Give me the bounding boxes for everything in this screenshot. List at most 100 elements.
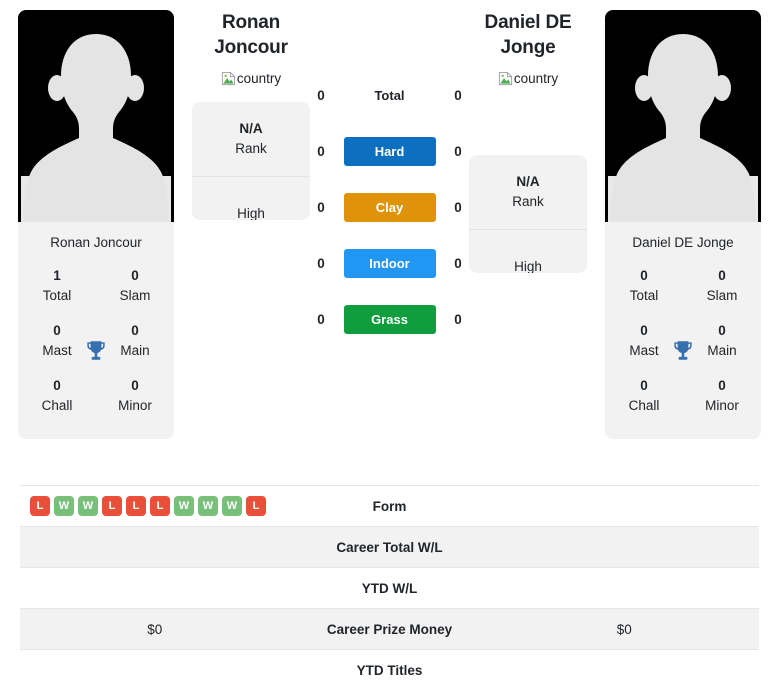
- right-info-card: N/A Rank High 24 Age Plays: [469, 155, 587, 274]
- stat-total: 0 Total: [605, 260, 683, 315]
- stat-slam: 0 Slam: [96, 260, 174, 315]
- stat-label: Total: [42, 287, 72, 303]
- broken-image-icon: [498, 72, 512, 86]
- comparison-table: LWWLLLWWWL Form Career Total W/L YTD W/L…: [0, 485, 779, 690]
- surface-label-grass: Grass: [343, 304, 436, 334]
- stat-value: 0: [718, 268, 726, 283]
- left-info-card: N/A Rank High 26 Age L Plays: [192, 102, 310, 221]
- form-badge-loss: L: [150, 496, 170, 516]
- right-player-info-column: Daniel DE Jonge country N/A Rank High: [469, 10, 587, 274]
- stat-label: Minor: [705, 397, 739, 413]
- row-label-ytd-wl: YTD W/L: [361, 580, 418, 596]
- table-row-ytd-wl: YTD W/L: [20, 567, 759, 608]
- left-player-info-column: Ronan Joncour country N/A Rank High: [192, 10, 310, 221]
- left-surface-wins: 0: [317, 143, 325, 159]
- stat-value: 0: [718, 378, 726, 394]
- stat-value: 0: [131, 268, 139, 283]
- right-career-prize-money: $0: [616, 621, 632, 637]
- info-row-rank: N/A Rank: [192, 102, 310, 178]
- stat-value: 0: [640, 378, 648, 394]
- info-caption: Rank: [235, 141, 267, 157]
- stat-label: Chall: [628, 397, 660, 413]
- right-player-name: Daniel DE Jonge: [463, 10, 593, 60]
- row-label-career-total-wl: Career Total W/L: [336, 539, 443, 555]
- stat-value: 0: [53, 378, 61, 394]
- left-player-photo: [18, 10, 174, 222]
- info-caption: High: [514, 259, 542, 274]
- stat-value: 0: [131, 378, 139, 394]
- info-row-high: High: [469, 230, 587, 273]
- left-player-name-line2: Joncour: [214, 37, 288, 59]
- left-surface-wins: 0: [317, 87, 325, 103]
- form-badge-loss: L: [30, 496, 50, 516]
- right-surface-wins: 0: [454, 143, 462, 159]
- form-badge-loss: L: [246, 496, 266, 516]
- player-silhouette-icon: [21, 34, 171, 222]
- left-surface-wins: 0: [317, 311, 325, 327]
- surface-row-clay: 0 Clay 0: [310, 179, 469, 235]
- form-badge-win: W: [174, 496, 194, 516]
- surface-row-hard: 0 Hard 0: [310, 123, 469, 179]
- player-silhouette-icon: [608, 34, 758, 222]
- left-player-name: Ronan Joncour: [186, 10, 316, 60]
- stat-chall: 0 Chall: [18, 370, 96, 425]
- stat-chall: 0 Chall: [605, 370, 683, 425]
- left-surface-wins: 0: [317, 255, 325, 271]
- info-caption: Rank: [512, 194, 544, 210]
- form-badge-loss: L: [102, 496, 122, 516]
- left-player-name-line1: Ronan: [221, 12, 281, 33]
- left-form-badges: LWWLLLWWWL: [20, 496, 290, 516]
- right-country-label: country: [513, 71, 559, 87]
- info-row-high: High: [192, 177, 310, 220]
- stat-label: Chall: [41, 397, 73, 413]
- right-surface-wins: 0: [454, 199, 462, 215]
- form-badge-win: W: [54, 496, 74, 516]
- stat-value: 0: [131, 323, 139, 339]
- stat-label: Slam: [119, 287, 151, 303]
- surface-comparison: 0 Total 0 0 Hard 0 0 Clay 0 0 Indoor 0 0: [310, 10, 469, 347]
- surface-row-grass: 0 Grass 0: [310, 291, 469, 347]
- stat-value: 1: [53, 268, 61, 283]
- surface-row-indoor: 0 Indoor 0: [310, 235, 469, 291]
- stat-label: Minor: [118, 397, 152, 413]
- row-label-form: Form: [372, 498, 407, 514]
- table-row-ytd-titles: YTD Titles: [20, 649, 759, 690]
- right-country-flag: country: [498, 71, 558, 86]
- info-caption: High: [237, 206, 265, 221]
- left-titles-grid: 1 Total 0 Slam 0 Mast 0 Main 0 Chall 0 M…: [18, 260, 174, 439]
- left-player-card: Ronan Joncour 1 Total 0 Slam 0 Mast 0 Ma…: [18, 10, 174, 440]
- right-player-name-line1: Daniel DE: [484, 12, 572, 33]
- right-titles-grid: 0 Total 0 Slam 0 Mast 0 Main 0 Chall 0 M…: [605, 260, 761, 439]
- info-row-rank: N/A Rank: [469, 155, 587, 231]
- info-value: N/A: [239, 120, 263, 136]
- left-country-label: country: [236, 71, 282, 87]
- form-badge-loss: L: [126, 496, 146, 516]
- surface-label-hard: Hard: [343, 136, 436, 166]
- surface-row-total: 0 Total 0: [310, 67, 469, 123]
- broken-image-icon: [221, 72, 235, 86]
- stat-minor: 0 Minor: [96, 370, 174, 425]
- player-comparison-page: Ronan Joncour 1 Total 0 Slam 0 Mast 0 Ma…: [0, 0, 779, 699]
- table-row-form: LWWLLLWWWL Form: [20, 485, 759, 526]
- stat-slam: 0 Slam: [683, 260, 761, 315]
- right-player-name-line2: Jonge: [500, 37, 556, 59]
- stat-total: 1 Total: [18, 260, 96, 315]
- left-surface-wins: 0: [317, 199, 325, 215]
- stat-label: Slam: [706, 287, 738, 303]
- form-badge-win: W: [222, 496, 242, 516]
- table-row-career-prize-money: $0 Career Prize Money $0: [20, 608, 759, 649]
- info-value: N/A: [516, 173, 540, 189]
- right-card-player-name: Daniel DE Jonge: [632, 235, 734, 250]
- row-label-career-prize-money: Career Prize Money: [326, 621, 453, 637]
- surface-label-clay: Clay: [343, 192, 436, 222]
- stat-minor: 0 Minor: [683, 370, 761, 425]
- left-career-prize-money: $0: [147, 621, 163, 637]
- row-label-ytd-titles: YTD Titles: [356, 662, 423, 678]
- right-surface-wins: 0: [454, 255, 462, 271]
- surface-label-total: Total: [374, 87, 405, 103]
- right-surface-wins: 0: [454, 311, 462, 327]
- stat-label: Total: [629, 287, 659, 303]
- stat-label: Main: [707, 342, 737, 358]
- right-player-card: Daniel DE Jonge 0 Total 0 Slam 0 Mast 0 …: [605, 10, 761, 440]
- stat-label: Main: [120, 342, 150, 358]
